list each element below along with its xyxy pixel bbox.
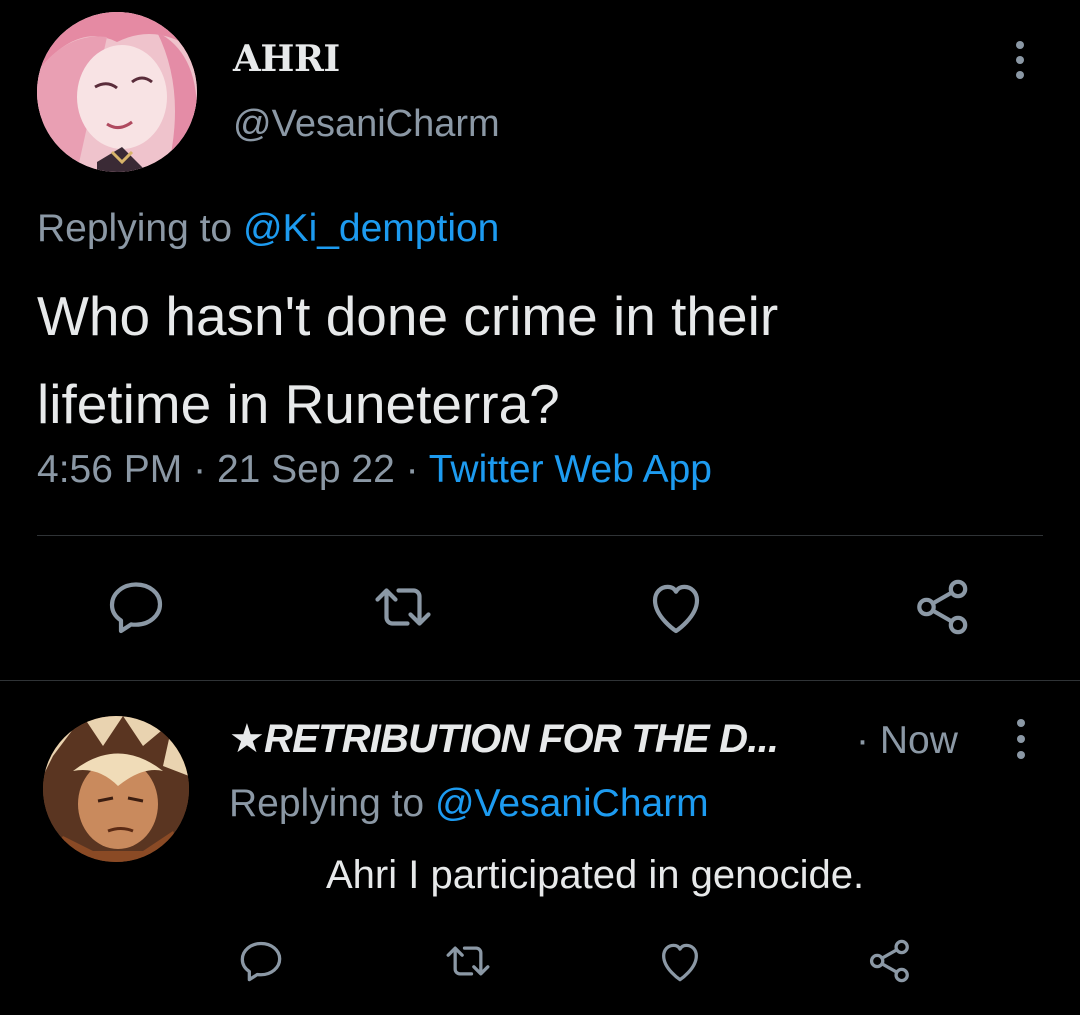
reply-time: · Now: [856, 719, 958, 763]
more-vertical-icon[interactable]: [1004, 40, 1036, 80]
tweet-meta: 4:56 PM · 21 Sep 22 · Twitter Web App: [37, 448, 712, 492]
main-avatar[interactable]: [37, 12, 197, 172]
more-vertical-icon[interactable]: [1006, 718, 1036, 760]
divider: [37, 535, 1043, 536]
divider: [0, 680, 1080, 681]
replying-to-line: Replying to @Ki_demption: [37, 207, 499, 251]
heart-icon[interactable]: [640, 571, 712, 643]
replying-to-mention[interactable]: @Ki_demption: [243, 207, 499, 250]
replying-to-mention[interactable]: @VesaniCharm: [435, 782, 709, 825]
replying-to-label: Replying to: [229, 782, 425, 825]
tweet-source[interactable]: Twitter Web App: [429, 448, 712, 491]
reply-display-name[interactable]: ★RETRIBUTION FOR THE D...: [229, 716, 779, 762]
tweet-date[interactable]: 21 Sep 22: [217, 448, 395, 491]
reply-replying-to-line: Replying to @VesaniCharm: [229, 782, 709, 826]
reply-text: Ahri I participated in genocide.: [326, 853, 865, 897]
user-handle[interactable]: @VesaniCharm: [233, 103, 500, 146]
tweet-time[interactable]: 4:56 PM: [37, 448, 182, 491]
tweet-text-line: Who hasn't done crime in their: [37, 285, 779, 347]
replying-to-label: Replying to: [37, 207, 233, 250]
meta-separator: ·: [405, 448, 419, 491]
display-name[interactable]: AHRI: [233, 38, 340, 80]
retweet-icon[interactable]: [367, 571, 439, 643]
meta-separator: ·: [193, 448, 207, 491]
reply-timestamp[interactable]: Now: [880, 719, 958, 762]
share-icon[interactable]: [907, 571, 979, 643]
reply-avatar[interactable]: [43, 716, 189, 862]
reply-icon[interactable]: [100, 571, 172, 643]
share-icon[interactable]: [862, 933, 918, 989]
tweet-text: Who hasn't done crime in their lifetime …: [37, 272, 1037, 448]
meta-separator: ·: [856, 719, 869, 762]
heart-icon[interactable]: [652, 933, 708, 989]
reply-icon[interactable]: [233, 933, 289, 989]
tweet-text-line: lifetime in Runeterra?: [37, 373, 560, 435]
retweet-icon[interactable]: [440, 933, 496, 989]
